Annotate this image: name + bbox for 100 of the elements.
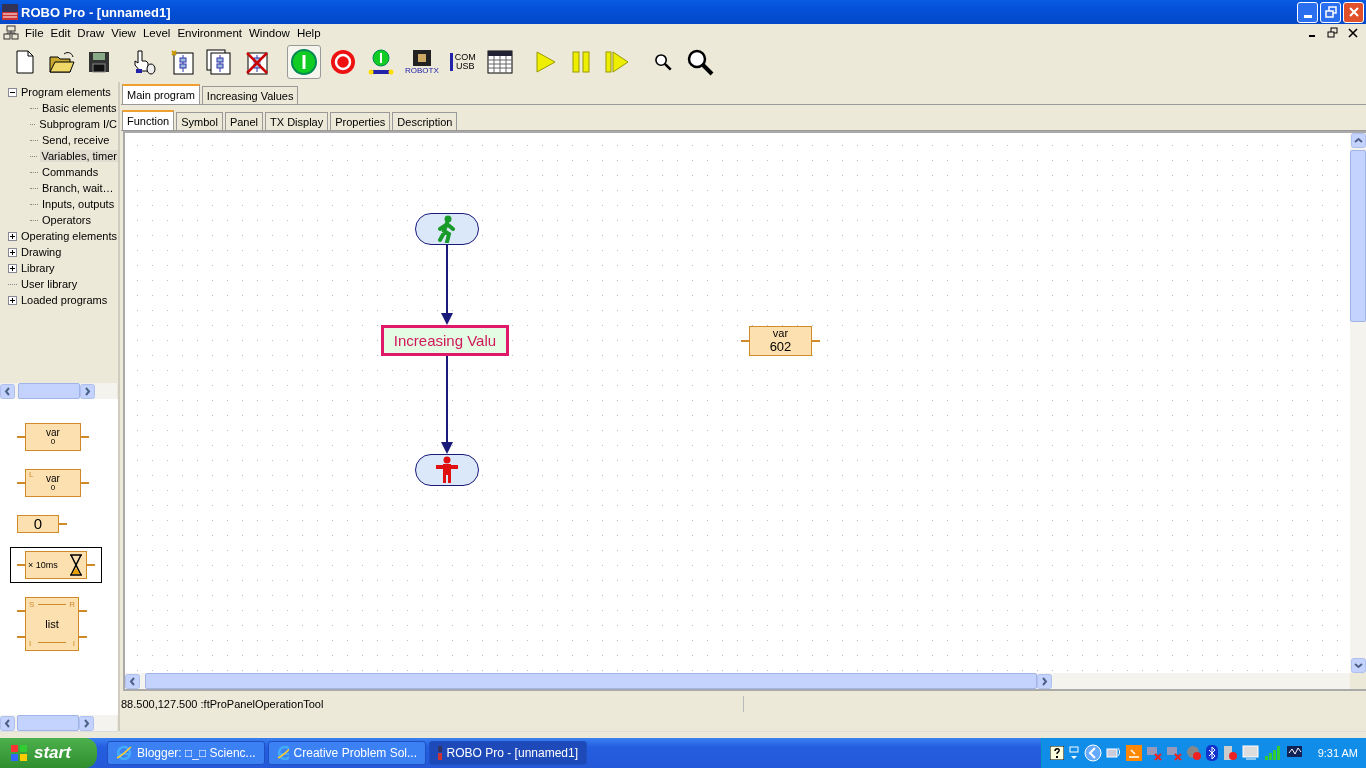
tree-item[interactable]: Inputs, outputs: [41, 198, 116, 210]
standing-figure-icon: [434, 456, 460, 484]
windows-logo-icon: [10, 744, 28, 762]
scroll-right-icon[interactable]: [80, 383, 95, 399]
scroll-down-icon[interactable]: [1350, 658, 1366, 673]
constant-block: 0: [17, 515, 59, 533]
tree-item[interactable]: Loaded programs: [20, 294, 109, 306]
zoom-out-icon: [653, 53, 672, 71]
close-button[interactable]: [1343, 1, 1364, 23]
menu-item[interactable]: Environment: [177, 27, 249, 39]
close-icon: [1347, 6, 1360, 18]
menu-item[interactable]: View: [111, 27, 143, 39]
monitor-icon[interactable]: [1241, 745, 1260, 761]
program-tab[interactable]: Increasing Values: [201, 86, 299, 104]
menu-item[interactable]: Help: [296, 27, 328, 39]
network-icon[interactable]: [1105, 746, 1122, 760]
browser-icon: [116, 745, 132, 761]
horizontal-scrollbar[interactable]: [125, 673, 1350, 689]
delete-flowchart-icon: [243, 49, 269, 75]
palette-item[interactable]: 0: [10, 511, 74, 537]
step-icon: [603, 50, 630, 74]
menu-item[interactable]: Level: [142, 27, 178, 39]
subprogram-block[interactable]: Increasing Valu: [381, 325, 509, 356]
tree-item[interactable]: Commands: [41, 166, 100, 178]
scrollbar-thumb[interactable]: [145, 673, 1037, 689]
scrollbar-thumb[interactable]: [18, 383, 80, 399]
scrollbar-thumb[interactable]: [1350, 150, 1366, 322]
taskbar-button[interactable]: Blogger: □_□ Scienc...: [107, 741, 265, 765]
menu-item[interactable]: Window: [249, 27, 297, 39]
document-icon[interactable]: [3, 25, 19, 41]
stop-icon: [329, 48, 357, 76]
palette-item[interactable]: var 0: [10, 419, 96, 455]
view-tab[interactable]: Panel: [224, 112, 264, 130]
program-tab[interactable]: Main program: [122, 84, 200, 104]
view-tab[interactable]: Properties: [330, 112, 391, 130]
view-tab[interactable]: Symbol: [176, 112, 223, 130]
tree-item[interactable]: Send, receive: [41, 134, 111, 146]
bluetooth-icon[interactable]: [1205, 745, 1218, 761]
stop-block[interactable]: [415, 454, 479, 486]
tree-item[interactable]: Drawing: [20, 246, 63, 258]
expand-icon[interactable]: [8, 263, 17, 273]
scroll-left-icon[interactable]: [0, 383, 15, 399]
close-icon[interactable]: [1347, 27, 1359, 39]
help-icon[interactable]: [1049, 746, 1064, 760]
horizontal-scrollbar[interactable]: [0, 383, 117, 399]
scroll-right-icon[interactable]: [1037, 673, 1052, 689]
tree-item[interactable]: Variables, timer: [40, 150, 118, 162]
app-tray-icon[interactable]: [1125, 745, 1142, 761]
program-canvas[interactable]: Increasing Valu var 602: [125, 133, 1350, 673]
tree-item[interactable]: Program elements: [20, 86, 112, 98]
open-folder-icon: [48, 50, 76, 74]
tree-item[interactable]: Branch, wait…: [41, 182, 115, 194]
scroll-up-icon[interactable]: [1350, 133, 1366, 148]
horizontal-scrollbar[interactable]: [0, 715, 117, 731]
expand-icon[interactable]: [8, 247, 17, 257]
tree-item[interactable]: User library: [20, 278, 79, 290]
play-icon: [534, 50, 557, 74]
clock: 9:31 AM: [1317, 747, 1358, 759]
tree-item[interactable]: Library: [20, 262, 56, 274]
start-block[interactable]: [415, 213, 479, 245]
expand-tray-icon[interactable]: [1083, 744, 1102, 762]
menu-item[interactable]: File: [25, 27, 51, 39]
tree-item[interactable]: Operating elements: [20, 230, 118, 242]
app-logo-icon: [438, 746, 442, 760]
download-icon: [368, 48, 394, 76]
zoom-in-icon: [685, 48, 714, 76]
tree-item[interactable]: Operators: [41, 214, 92, 226]
scroll-right-icon[interactable]: [79, 715, 94, 731]
menu-item[interactable]: Edit: [50, 27, 78, 39]
maximize-button[interactable]: [1320, 1, 1341, 23]
start-tool-button[interactable]: [287, 45, 321, 79]
scrollbar-thumb[interactable]: [17, 715, 79, 731]
scroll-left-icon[interactable]: [0, 715, 15, 731]
palette-item[interactable]: L var 0: [10, 465, 96, 501]
hourglass-icon: [68, 554, 84, 576]
flowchart-icon: [206, 49, 232, 75]
new-file-icon: [14, 50, 36, 74]
palette-item[interactable]: S R list I I: [10, 593, 94, 655]
menu-item[interactable]: Draw: [77, 27, 112, 39]
list-block: S R list I I: [25, 597, 79, 651]
browser-icon: [277, 745, 289, 761]
expand-icon[interactable]: [8, 295, 17, 305]
minimize-button[interactable]: [1297, 1, 1318, 23]
tree-item[interactable]: Subprogram I/C: [38, 118, 118, 130]
timer-block: × 10ms: [25, 551, 87, 579]
scroll-left-icon[interactable]: [125, 673, 140, 689]
palette-item[interactable]: × 10ms: [10, 547, 102, 583]
table-icon: [486, 49, 513, 75]
port-tool-button[interactable]: COM USB: [446, 45, 479, 79]
view-tab[interactable]: Function: [122, 110, 175, 130]
tree-item[interactable]: Basic elements: [41, 102, 118, 114]
view-tab[interactable]: TX Display: [265, 112, 329, 130]
collapse-icon[interactable]: [8, 87, 17, 97]
restore-icon[interactable]: [1327, 27, 1339, 39]
vertical-scrollbar[interactable]: [1350, 133, 1366, 673]
taskbar-button[interactable]: Creative Problem Sol...: [268, 741, 426, 765]
expand-icon[interactable]: [8, 231, 17, 241]
taskbar-button[interactable]: ROBO Pro - [unnamed1]: [429, 741, 587, 765]
flowchart-icon: [169, 49, 195, 75]
view-tab[interactable]: Description: [392, 112, 458, 130]
